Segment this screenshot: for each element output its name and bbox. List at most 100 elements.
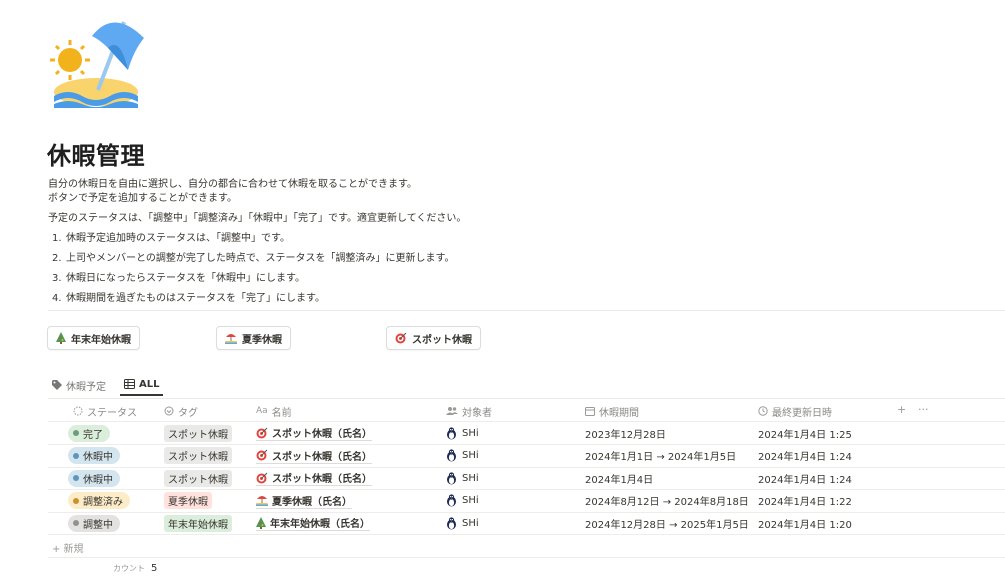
divider bbox=[48, 444, 1005, 445]
status-label: 休暇中 bbox=[83, 474, 113, 486]
christmas-tree-icon bbox=[56, 332, 66, 344]
tag-badge: 年末年始休暇 bbox=[164, 514, 232, 532]
person-cell[interactable]: SHi bbox=[446, 425, 479, 441]
name-cell[interactable]: 夏季休暇（氏名） bbox=[256, 493, 352, 509]
divider bbox=[48, 511, 1005, 513]
penguin-avatar-icon bbox=[447, 426, 456, 439]
row-title: スポット休暇（氏名） bbox=[272, 429, 372, 440]
page-title: 休暇管理 bbox=[47, 142, 145, 170]
dart-icon bbox=[256, 449, 268, 461]
tab-vacation-plan[interactable]: 休暇予定 bbox=[48, 374, 110, 396]
person-name: SHi bbox=[462, 450, 479, 462]
period-cell[interactable]: 2024年8月12日 → 2024年8月18日 bbox=[585, 493, 749, 509]
period-cell[interactable]: 2024年1月1日 → 2024年1月5日 bbox=[585, 448, 736, 464]
tag-cell[interactable]: 夏季休暇 bbox=[164, 492, 212, 510]
tag-cell[interactable]: スポット休暇 bbox=[164, 424, 232, 442]
row-title: スポット休暇（氏名） bbox=[272, 451, 372, 463]
person-cell[interactable]: SHi bbox=[446, 493, 479, 509]
tag-badge: スポット休暇 bbox=[164, 447, 232, 465]
tag-cell[interactable]: スポット休暇 bbox=[164, 469, 232, 487]
people-icon bbox=[446, 407, 458, 415]
tag-cell[interactable]: スポット休暇 bbox=[164, 447, 232, 465]
divider bbox=[48, 398, 1005, 399]
period-value: 2024年8月12日 → 2024年8月18日 bbox=[585, 497, 749, 509]
penguin-avatar-icon bbox=[447, 472, 456, 485]
status-badge: 休暇中 bbox=[68, 447, 120, 465]
tag-badge: 夏季休暇 bbox=[164, 492, 212, 510]
dart-icon bbox=[256, 472, 268, 484]
divider bbox=[48, 489, 1005, 491]
page-description: ボタンで予定を追加することができます。 bbox=[48, 193, 237, 204]
updated-cell: 2024年1月4日 1:25 bbox=[758, 425, 852, 441]
updated-cell: 2024年1月4日 1:24 bbox=[758, 470, 852, 486]
new-nenmatsu-button[interactable]: 年末年始休暇 bbox=[47, 326, 140, 350]
updated-value: 2024年1月4日 1:24 bbox=[758, 452, 852, 464]
status-dot bbox=[73, 452, 79, 459]
tag-badge: スポット休暇 bbox=[164, 469, 232, 487]
status-dot bbox=[73, 475, 79, 482]
new-summer-button[interactable]: 夏季休暇 bbox=[216, 326, 291, 350]
period-cell[interactable]: 2023年12月28日 bbox=[585, 425, 666, 441]
tag-cell[interactable]: 年末年始休暇 bbox=[164, 514, 232, 532]
row-title: 年末年始休暇（氏名） bbox=[270, 519, 370, 531]
status-cell[interactable]: 完了 bbox=[68, 424, 110, 442]
column-header-period[interactable]: 休暇期間 bbox=[585, 403, 639, 419]
new-spot-button[interactable]: スポット休暇 bbox=[386, 326, 481, 350]
person-name: SHi bbox=[462, 495, 479, 507]
penguin-avatar-icon bbox=[447, 494, 456, 507]
status-badge: 調整中 bbox=[68, 514, 120, 532]
status-label: 完了 bbox=[83, 429, 103, 441]
text-icon: Aa bbox=[256, 406, 268, 416]
person-cell[interactable]: SHi bbox=[446, 515, 479, 531]
status-dot bbox=[73, 497, 79, 504]
status-cell[interactable]: 調整済み bbox=[68, 492, 130, 510]
count-summary[interactable]: カウント 5 bbox=[113, 563, 157, 574]
name-cell[interactable]: スポット休暇（氏名） bbox=[256, 470, 372, 487]
person-cell[interactable]: SHi bbox=[446, 470, 479, 486]
column-header-status[interactable]: ステータス bbox=[73, 403, 137, 419]
new-row-button[interactable]: + 新規 bbox=[52, 540, 84, 555]
status-cell[interactable]: 調整中 bbox=[68, 514, 120, 532]
row-title: 夏季休暇（氏名） bbox=[272, 496, 352, 508]
column-header-updated[interactable]: 最終更新日時 bbox=[758, 403, 832, 419]
list-item: 4. 休暇期間を過ぎたものはステータスを「完了」にします。 bbox=[52, 293, 325, 304]
person-name: SHi bbox=[462, 427, 479, 439]
status-cell[interactable]: 休暇中 bbox=[68, 469, 120, 487]
column-header-name[interactable]: Aa 名前 bbox=[256, 403, 292, 419]
dart-icon bbox=[395, 332, 407, 344]
period-value: 2024年1月4日 bbox=[585, 474, 654, 486]
column-header-tag[interactable]: タグ bbox=[164, 403, 198, 419]
more-options-button[interactable]: ··· bbox=[918, 403, 929, 416]
status-badge: 休暇中 bbox=[68, 469, 120, 487]
count-label: カウント bbox=[113, 564, 145, 573]
divider bbox=[48, 557, 1005, 558]
add-property-button[interactable]: + bbox=[897, 403, 906, 416]
penguin-avatar-icon bbox=[447, 449, 456, 462]
person-name: SHi bbox=[462, 472, 479, 484]
dart-icon bbox=[256, 427, 268, 439]
beach-icon bbox=[225, 334, 237, 344]
name-cell[interactable]: スポット休暇（氏名） bbox=[256, 425, 372, 441]
tag-badge: スポット休暇 bbox=[164, 424, 232, 442]
status-dot bbox=[73, 430, 79, 436]
list-item: 2. 上司やメンバーとの調整が完了した時点で、ステータスを「調整済み」に更新します… bbox=[52, 253, 455, 264]
updated-cell: 2024年1月4日 1:20 bbox=[758, 515, 852, 531]
status-badge: 完了 bbox=[68, 424, 110, 442]
updated-cell: 2024年1月4日 1:22 bbox=[758, 493, 852, 509]
status-cell[interactable]: 休暇中 bbox=[68, 447, 120, 465]
period-value: 2024年12月28日 → 2025年1月5日 bbox=[585, 519, 749, 531]
updated-value: 2024年1月4日 1:24 bbox=[758, 474, 852, 486]
tab-all[interactable]: ALL bbox=[120, 374, 164, 396]
name-cell[interactable]: 年末年始休暇（氏名） bbox=[256, 515, 370, 532]
person-cell[interactable]: SHi bbox=[446, 448, 479, 464]
period-cell[interactable]: 2024年1月4日 bbox=[585, 470, 653, 486]
view-tabs: 休暇予定 ALL bbox=[48, 374, 164, 398]
name-cell[interactable]: スポット休暇（氏名） bbox=[256, 448, 372, 464]
status-badge: 調整済み bbox=[68, 492, 130, 510]
count-value: 5 bbox=[151, 563, 158, 574]
christmas-tree-icon bbox=[256, 516, 266, 529]
column-header-person[interactable]: 対象者 bbox=[446, 403, 492, 419]
row-title: スポット休暇（氏名） bbox=[272, 474, 372, 486]
multi-select-icon bbox=[164, 406, 174, 416]
period-cell[interactable]: 2024年12月28日 → 2025年1月5日 bbox=[585, 515, 749, 531]
